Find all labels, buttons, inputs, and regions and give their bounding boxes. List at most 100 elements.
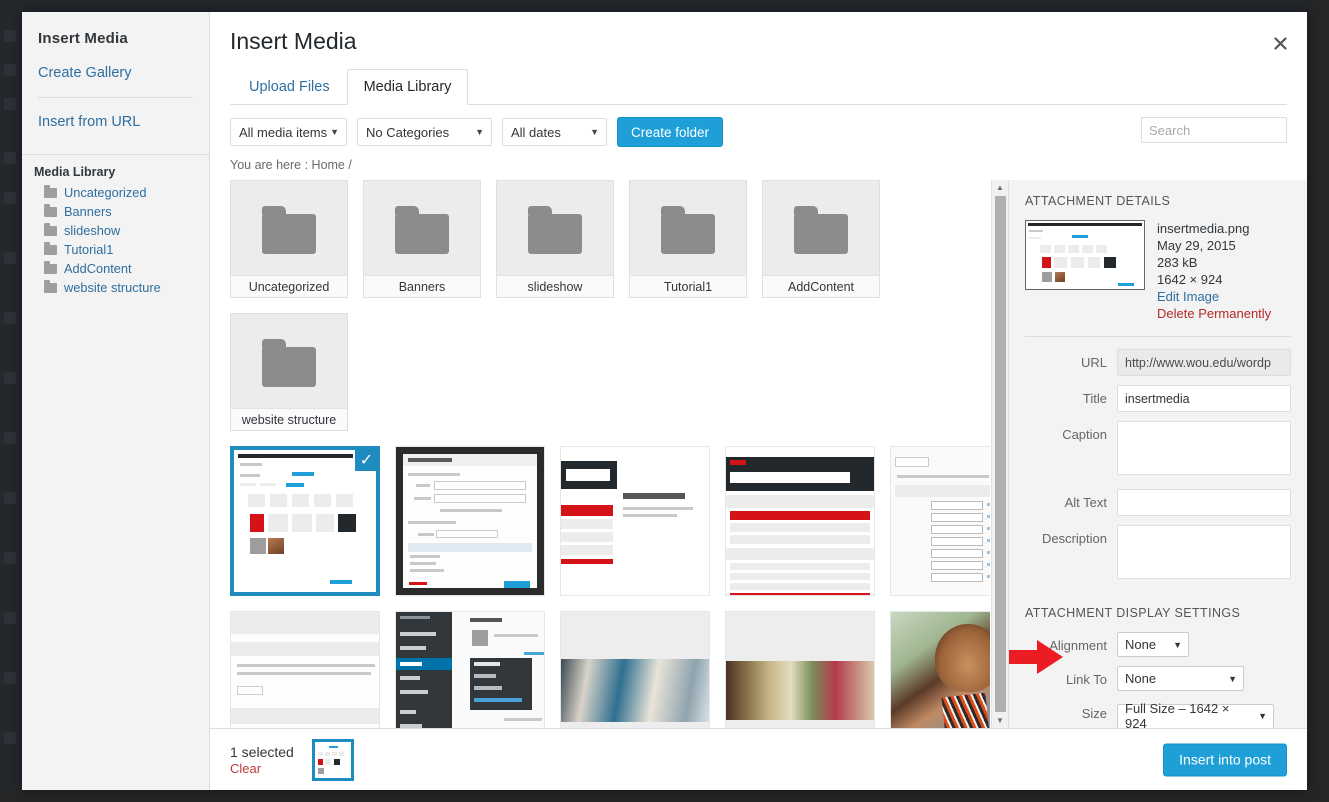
selection-count: 1 selected (230, 744, 294, 760)
link-to-select[interactable]: None ▼ (1117, 666, 1244, 691)
chevron-down-icon: ▼ (590, 127, 599, 137)
menu-item-create-gallery[interactable]: Create Gallery (22, 61, 209, 91)
media-item-insertmedia[interactable]: ✓ (230, 446, 380, 596)
alt-text-label: Alt Text (1064, 495, 1107, 510)
link-to-label: Link To (1066, 672, 1107, 687)
modal-header: Insert Media Upload Files Media Library (210, 12, 1307, 105)
folder-card-uncategorized[interactable]: Uncategorized (230, 180, 348, 298)
url-field[interactable] (1117, 349, 1291, 376)
folder-card-label: Uncategorized (231, 275, 347, 297)
scroll-down-icon[interactable]: ▼ (992, 713, 1009, 728)
chevron-down-icon: ▼ (1173, 639, 1182, 650)
attachment-details-pane: ATTACHMENT DETAILS insertmedia.png May 2… (1009, 180, 1307, 728)
sidebar-library-title: Media Library (34, 165, 116, 179)
breadcrumb: You are here : Home / (230, 158, 352, 172)
clear-selection-link[interactable]: Clear (230, 761, 294, 776)
sidebar-folder-banners[interactable]: Banners (22, 202, 209, 221)
caption-field[interactable] (1117, 421, 1291, 475)
media-item-students-photo[interactable] (560, 611, 710, 728)
insert-into-post-button[interactable]: Insert into post (1163, 743, 1287, 776)
media-item-users-admin-menu[interactable] (395, 611, 545, 728)
description-label: Description (1041, 531, 1107, 546)
backdrop-right (1307, 0, 1329, 802)
folder-card-label: Banners (364, 275, 480, 297)
folder-row-1: Uncategorized Banners slideshow Tutorial… (230, 180, 982, 298)
tab-upload-files[interactable]: Upload Files (232, 69, 347, 105)
folder-icon (661, 206, 715, 255)
date-filter-select[interactable]: All dates ▼ (502, 118, 607, 146)
title-field[interactable] (1117, 385, 1291, 412)
caption-label: Caption (1062, 427, 1107, 442)
description-field[interactable] (1117, 525, 1291, 579)
sidebar-folder-tutorial1[interactable]: Tutorial1 (22, 240, 209, 259)
folder-card-label: Tutorial1 (630, 275, 746, 297)
insert-media-modal: Insert Media Create Gallery Insert from … (22, 12, 1307, 790)
selected-thumbnail[interactable] (311, 738, 354, 781)
size-select[interactable]: Full Size – 1642 × 924 ▼ (1117, 701, 1274, 728)
thumbnail-preview (891, 447, 990, 595)
category-filter-select[interactable]: No Categories ▼ (357, 118, 492, 146)
menu-item-insert-from-url[interactable]: Insert from URL (22, 110, 209, 140)
sidebar-folder-slideshow[interactable]: slideshow (22, 221, 209, 240)
media-item-insert-edit-link[interactable] (395, 446, 545, 596)
media-item-portrait-photo[interactable] (890, 611, 990, 728)
folder-card-website-structure[interactable]: website structure (230, 313, 348, 431)
field-alignment: Alignment None ▼ (1025, 632, 1291, 657)
media-filter-select[interactable]: All media items ▼ (230, 118, 347, 146)
close-icon[interactable] (1263, 26, 1297, 60)
sidebar-folder-addcontent[interactable]: AddContent (22, 259, 209, 278)
field-url: URL (1025, 349, 1291, 376)
folder-card-banners[interactable]: Banners (363, 180, 481, 298)
media-item-majors-minors[interactable] (725, 446, 875, 596)
media-item-campus-photo[interactable] (725, 611, 875, 728)
scroll-up-icon[interactable]: ▲ (992, 180, 1009, 195)
folder-card-addcontent[interactable]: AddContent (762, 180, 880, 298)
folder-icon (395, 206, 449, 255)
page-title: Insert Media (230, 28, 357, 54)
media-menu-pane: Insert Media Create Gallery Insert from … (22, 12, 210, 790)
create-folder-button[interactable]: Create folder (617, 117, 724, 147)
media-body-row: Uncategorized Banners slideshow Tutorial… (210, 180, 1307, 728)
folder-card-label: AddContent (763, 275, 879, 297)
delete-permanently-link[interactable]: Delete Permanently (1157, 305, 1271, 322)
thumbnail-preview (726, 612, 874, 728)
folder-card-label: slideshow (497, 275, 613, 297)
sidebar-folder-label: website structure (64, 280, 161, 295)
alt-text-field[interactable] (1117, 489, 1291, 516)
scrollbar-thumb[interactable] (994, 196, 1006, 712)
field-caption: Caption (1025, 421, 1291, 480)
thumbnail-preview (231, 612, 379, 728)
media-grid-wrap: Uncategorized Banners slideshow Tutorial… (210, 180, 1009, 728)
attachment-meta: insertmedia.png May 29, 2015 283 kB 1642… (1157, 220, 1271, 322)
grid-scrollbar[interactable]: ▲ ▼ (991, 180, 1008, 728)
modal-footer: 1 selected Clear Insert into post (210, 728, 1307, 790)
media-toolbar: All media items ▼ No Categories ▼ All da… (210, 105, 1307, 147)
sidebar-folder-label: AddContent (64, 261, 132, 276)
thumbnail-preview (561, 447, 709, 595)
media-item-document-text[interactable] (230, 611, 380, 728)
thumbnail-preview (891, 612, 990, 728)
media-filter-value: All media items (239, 124, 328, 140)
edit-image-link[interactable]: Edit Image (1157, 288, 1271, 305)
folder-card-tutorial1[interactable]: Tutorial1 (629, 180, 747, 298)
media-item-menu-locations[interactable] (890, 446, 990, 596)
media-row-1: ✓ (230, 446, 990, 596)
attachment-summary: insertmedia.png May 29, 2015 283 kB 1642… (1025, 220, 1291, 322)
field-title: Title (1025, 385, 1291, 412)
menu-divider (38, 97, 193, 98)
media-item-interior-page[interactable] (560, 446, 710, 596)
link-to-value: None (1125, 671, 1157, 686)
sidebar-folder-website-structure[interactable]: website structure (22, 278, 209, 297)
search-input[interactable] (1141, 117, 1287, 143)
display-settings-heading: ATTACHMENT DISPLAY SETTINGS (1025, 606, 1241, 620)
thumbnail-preview (726, 447, 874, 595)
sidebar-folder-uncategorized[interactable]: Uncategorized (22, 183, 209, 202)
alignment-select[interactable]: None ▼ (1117, 632, 1189, 657)
tab-media-library[interactable]: Media Library (346, 69, 469, 105)
field-link-to: Link To None ▼ (1025, 666, 1291, 691)
sidebar-folder-label: Uncategorized (64, 185, 147, 200)
folder-card-label: website structure (231, 408, 347, 430)
thumbnail-preview (396, 612, 544, 728)
folder-card-slideshow[interactable]: slideshow (496, 180, 614, 298)
date-filter-value: All dates (511, 124, 561, 140)
